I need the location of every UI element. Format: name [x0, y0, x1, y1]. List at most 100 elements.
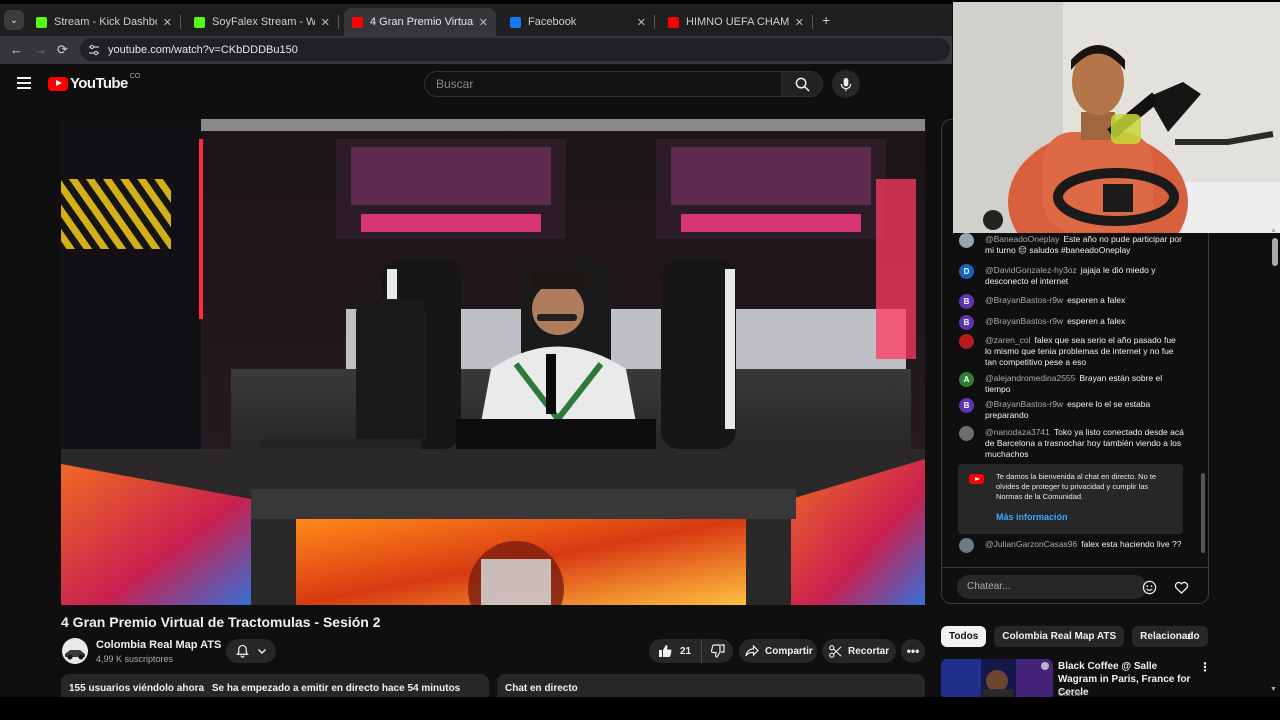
recommendation-thumbnail[interactable]	[941, 659, 1053, 699]
forward-arrow-icon[interactable]: →	[34, 42, 47, 57]
video-player[interactable]	[61, 119, 925, 605]
heart-icon	[1174, 581, 1188, 594]
clip-button[interactable]: Recortar	[822, 639, 896, 663]
webcam-overlay	[953, 2, 1280, 233]
tab-separator	[654, 15, 655, 29]
clip-label: Recortar	[848, 645, 890, 657]
chat-avatar[interactable]	[959, 538, 974, 553]
search-button[interactable]	[781, 71, 823, 97]
back-arrow-icon[interactable]: ←	[10, 42, 23, 57]
search-input[interactable]: Buscar	[424, 71, 782, 97]
filter-chip[interactable]: Colombia Real Map ATS	[994, 626, 1125, 647]
tab-title: HIMNO UEFA CHAMPIONS LEA	[686, 16, 789, 28]
chat-avatar[interactable]: A	[959, 372, 974, 387]
channel-name[interactable]: Colombia Real Map ATS	[96, 639, 221, 651]
reload-icon[interactable]: ⟳	[57, 42, 68, 58]
chat-welcome-notice: Te damos la bienvenida al chat en direct…	[958, 464, 1183, 534]
share-icon	[745, 645, 759, 657]
like-dislike-group: 21	[649, 639, 733, 663]
close-tab-icon[interactable]: ✕	[321, 16, 330, 29]
thumbnail-image	[941, 659, 1053, 699]
chat-avatar[interactable]	[959, 426, 974, 441]
close-tab-icon[interactable]: ✕	[479, 16, 488, 29]
subscriber-count: 4,99 K suscriptores	[96, 654, 174, 664]
chat-avatar[interactable]: B	[959, 398, 974, 413]
youtube-header: YouTube CO Buscar	[0, 64, 952, 106]
more-actions-button[interactable]: •••	[901, 639, 925, 663]
chat-author[interactable]: @BrayanBastos-r9w	[985, 316, 1063, 326]
chat-message: B @BrayanBastos-r9w esperen a falex	[959, 294, 1184, 309]
chat-avatar[interactable]: B	[959, 294, 974, 309]
dislike-button[interactable]	[702, 639, 734, 663]
filter-chip[interactable]: Todos	[941, 626, 987, 647]
more-info-link[interactable]: Más información	[996, 512, 1173, 522]
menu-icon[interactable]	[17, 77, 31, 92]
tab-favicon-icon	[510, 16, 521, 28]
chat-avatar[interactable]	[959, 334, 974, 349]
chat-message: @zaren_col falex que sea serio el año pas…	[959, 334, 1184, 368]
browser-tab[interactable]: Stream - Kick Dashboard ✕	[28, 8, 181, 36]
chat-author[interactable]: @JulianGarzonCasas96	[985, 539, 1077, 549]
chat-avatar[interactable]: B	[959, 315, 974, 330]
chat-message: @BaneadoOneplay Este año no pude particip…	[959, 233, 1184, 256]
page-scrollbar[interactable]	[1272, 238, 1278, 266]
site-info-icon[interactable]	[88, 44, 100, 56]
scissors-icon	[829, 644, 842, 658]
chat-avatar[interactable]: D	[959, 264, 974, 279]
tab-separator	[812, 15, 813, 29]
like-count: 21	[680, 645, 692, 657]
close-tab-icon[interactable]: ✕	[163, 16, 172, 29]
chat-avatar[interactable]	[959, 233, 974, 248]
microphone-icon	[840, 77, 852, 91]
heart-reaction-button[interactable]	[1172, 578, 1190, 596]
chat-author[interactable]: @DavidGonzalez-hy3oz	[985, 265, 1077, 275]
tab-favicon-icon	[352, 16, 363, 28]
chat-message: A @alejandromedina2555 Brayan están sobre …	[959, 372, 1184, 395]
browser-tab[interactable]: SoyFalex Stream - Watch Live o ✕	[186, 8, 339, 36]
close-tab-icon[interactable]: ✕	[637, 16, 646, 29]
new-tab-button[interactable]: +	[822, 12, 830, 28]
chat-text: esperen a falex	[1067, 316, 1126, 326]
filter-chip[interactable]: Relacionado	[1132, 626, 1208, 647]
youtube-play-icon	[48, 76, 68, 91]
page-scroll-down-icon[interactable]: ▼	[1270, 686, 1277, 693]
chevron-right-icon[interactable]: ›	[1187, 629, 1191, 643]
thumbs-down-icon	[711, 644, 725, 658]
os-taskbar	[0, 697, 1280, 720]
chat-message: B @BrayanBastos-r9w esperen a falex	[959, 315, 1184, 330]
chat-author[interactable]: @alejandromedina2555	[985, 373, 1075, 383]
url-field[interactable]: youtube.com/watch?v=CKbDDDBu150	[80, 38, 950, 61]
tab-search-button[interactable]: ⌄	[4, 10, 24, 30]
recommendation-menu-icon[interactable]: ⋮	[1199, 660, 1211, 674]
page-scroll-up-icon[interactable]: ▲	[1270, 227, 1277, 234]
video-frame-image	[61, 119, 925, 605]
close-tab-icon[interactable]: ✕	[795, 16, 804, 29]
chat-author[interactable]: @BaneadoOneplay	[985, 234, 1059, 244]
share-button[interactable]: Compartir	[739, 639, 817, 663]
chat-scrollbar[interactable]	[1201, 473, 1205, 553]
live-chat-label: Chat en directo	[505, 683, 578, 694]
browser-tab[interactable]: HIMNO UEFA CHAMPIONS LEA ✕	[660, 8, 813, 36]
chat-author[interactable]: @nanodaza3741	[985, 427, 1050, 437]
youtube-logo[interactable]: YouTube CO	[48, 73, 141, 92]
browser-tab[interactable]: Facebook ✕	[502, 8, 655, 36]
channel-avatar[interactable]	[62, 638, 88, 664]
share-label: Compartir	[765, 645, 813, 657]
browser-tab[interactable]: 4 Gran Premio Virtual de Tr ✕	[344, 8, 496, 36]
chat-author[interactable]: @BrayanBastos-r9w	[985, 295, 1063, 305]
like-button[interactable]: 21	[649, 639, 703, 663]
chat-input[interactable]: Chatear...	[957, 575, 1147, 599]
notification-bell-button[interactable]	[226, 639, 276, 663]
country-code: CO	[129, 73, 141, 80]
tab-separator	[180, 15, 181, 29]
chat-author[interactable]: @zaren_col	[985, 335, 1030, 345]
tab-favicon-icon	[668, 16, 679, 28]
chat-author[interactable]: @BrayanBastos-r9w	[985, 399, 1063, 409]
more-dots-icon: •••	[906, 644, 920, 658]
webcam-image	[953, 2, 1280, 233]
tab-title: SoyFalex Stream - Watch Live o	[212, 16, 315, 28]
voice-search-button[interactable]	[832, 70, 860, 98]
chat-message: B @BrayanBastos-r9w espere lo el se estaba…	[959, 398, 1184, 421]
thumbs-up-icon	[659, 645, 672, 657]
emoji-button[interactable]	[1140, 578, 1158, 596]
